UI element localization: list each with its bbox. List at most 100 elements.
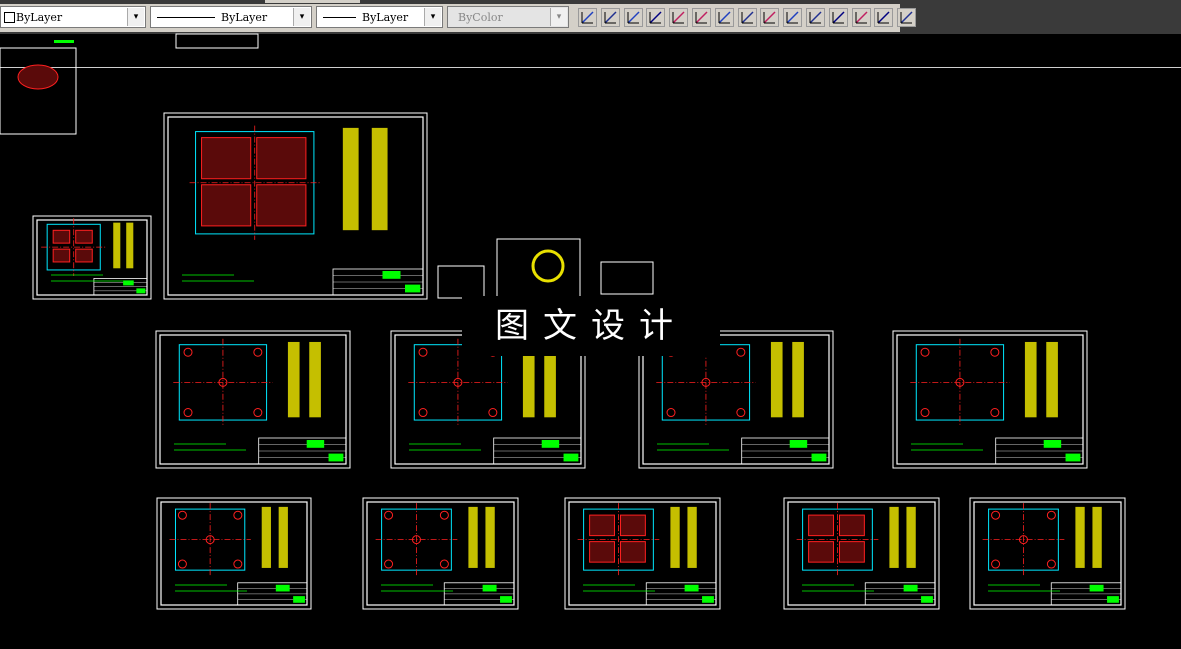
- bolt-hole: [991, 559, 1001, 569]
- part-outline: [17, 64, 59, 90]
- drawing-sheet: [783, 497, 940, 610]
- bolt-hole: [666, 408, 676, 418]
- marker: [54, 40, 74, 43]
- cavity-block: [52, 248, 71, 263]
- section-hatch: [126, 222, 134, 269]
- small-sheet: [437, 265, 485, 299]
- section-hatch: [309, 341, 321, 418]
- bolt-hole: [1046, 559, 1056, 569]
- bolt-hole: [177, 510, 187, 520]
- title-block-cell: [563, 453, 579, 462]
- title-block-cell: [405, 284, 421, 293]
- title-block-cell: [275, 584, 290, 592]
- title-block-cell: [482, 584, 497, 592]
- ring-part: [531, 249, 565, 283]
- title-block-cell: [136, 288, 146, 294]
- cavity-block: [619, 514, 646, 537]
- title-block-cell: [306, 440, 325, 448]
- bolt-hole: [253, 408, 263, 418]
- title-block-cell: [1089, 584, 1104, 592]
- bolt-hole: [1046, 510, 1056, 520]
- small-sheet: [496, 238, 581, 300]
- cavity-block: [619, 541, 646, 563]
- section-hatch: [278, 506, 288, 568]
- title-block-cell: [921, 596, 933, 603]
- bolt-hole: [990, 347, 1000, 357]
- drawing-sheet: [163, 112, 428, 300]
- section-hatch: [261, 506, 271, 568]
- cavity-block: [75, 229, 93, 244]
- bolt-hole: [736, 408, 746, 418]
- bolt-hole: [233, 559, 243, 569]
- bolt-hole: [920, 347, 930, 357]
- drawing-sheet: [32, 215, 152, 300]
- title-block-cell: [811, 453, 827, 462]
- bolt-hole: [991, 510, 1001, 520]
- cavity-block: [838, 541, 865, 563]
- title-block-cell: [500, 596, 512, 603]
- title-block-cell: [123, 280, 134, 286]
- title-block-cell: [382, 271, 401, 279]
- title-block-cell: [1065, 453, 1081, 462]
- bolt-hole: [418, 408, 428, 418]
- cavity-block: [52, 229, 71, 244]
- bolt-hole: [177, 559, 187, 569]
- bolt-hole: [736, 347, 746, 357]
- cavity-block: [589, 514, 615, 537]
- section-hatch: [371, 127, 388, 231]
- title-block-cell: [1043, 440, 1062, 448]
- section-hatch: [287, 341, 300, 418]
- title-block-cell: [541, 440, 560, 448]
- section-hatch: [1075, 506, 1085, 568]
- partial-sheet: [0, 47, 77, 135]
- section-hatch: [770, 341, 783, 418]
- drawing-sheet: [969, 497, 1126, 610]
- partial-sheet: [175, 33, 259, 49]
- bolt-hole: [233, 510, 243, 520]
- drawing-sheet: [892, 330, 1088, 469]
- title-block-cell: [328, 453, 344, 462]
- bolt-hole: [183, 347, 193, 357]
- bolt-hole: [183, 408, 193, 418]
- cavity-block: [589, 541, 615, 563]
- section-hatch: [889, 506, 899, 568]
- bolt-hole: [488, 408, 498, 418]
- title-block-cell: [293, 596, 305, 603]
- cavity-block: [256, 184, 307, 227]
- section-hatch: [342, 127, 359, 231]
- cavity-block: [256, 137, 307, 180]
- section-hatch: [485, 506, 495, 568]
- section-hatch: [468, 506, 478, 568]
- title-block-cell: [789, 440, 808, 448]
- section-hatch: [1092, 506, 1102, 568]
- bolt-hole: [920, 408, 930, 418]
- bolt-hole: [384, 559, 394, 569]
- cavity-block: [838, 514, 865, 537]
- bolt-hole: [439, 559, 449, 569]
- bolt-hole: [990, 408, 1000, 418]
- cavity-block: [201, 137, 252, 180]
- section-hatch: [1046, 341, 1058, 418]
- section-hatch: [1024, 341, 1037, 418]
- section-hatch: [687, 506, 697, 568]
- watermark-text: 图文设计: [462, 296, 720, 356]
- drawing-sheet: [362, 497, 519, 610]
- drawing-sheet: [564, 497, 721, 610]
- bolt-hole: [384, 510, 394, 520]
- title-block-cell: [903, 584, 918, 592]
- bolt-hole: [418, 347, 428, 357]
- section-hatch: [792, 341, 804, 418]
- section-hatch: [670, 506, 680, 568]
- cavity-block: [201, 184, 252, 227]
- title-block-cell: [1107, 596, 1119, 603]
- cavity-block: [808, 541, 834, 563]
- bolt-hole: [439, 510, 449, 520]
- drawing-sheet: [155, 330, 351, 469]
- drawing-sheet: [156, 497, 312, 610]
- section-hatch: [906, 506, 916, 568]
- title-block-cell: [684, 584, 699, 592]
- cavity-block: [808, 514, 834, 537]
- small-sheet: [600, 261, 654, 295]
- cavity-block: [75, 248, 93, 263]
- title-block-cell: [702, 596, 714, 603]
